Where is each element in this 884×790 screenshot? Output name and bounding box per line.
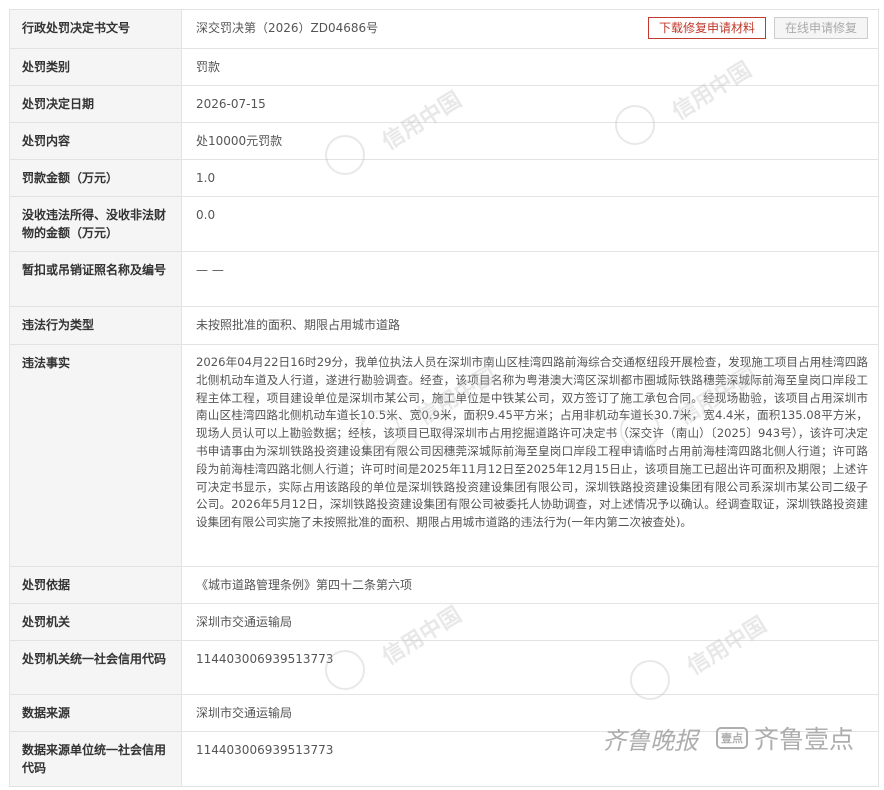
brand-script-logo: 齐鲁晚报 <box>601 726 698 755</box>
brand-badge-icon: 壹点 <box>715 727 748 749</box>
violation-facts: 2026年04月22日16时29分，我单位执法人员在深圳市南山区桂湾四路前海综合… <box>181 344 879 567</box>
page: 行政处罚决定书文号 下载修复申请材料 在线申请修复 深交罚决第（2026）ZD04… <box>0 0 884 790</box>
brand-name: 齐鲁壹点 <box>753 725 854 754</box>
repair-actions: 下载修复申请材料 在线申请修复 <box>640 17 868 39</box>
table-row: 处罚机关 深圳市交通运输局 <box>9 603 879 641</box>
table-row: 处罚依据 《城市道路管理条例》第四十二条第六项 <box>9 566 879 604</box>
row-label: 行政处罚决定书文号 <box>9 9 182 49</box>
table-row: 暂扣或吊销证照名称及编号 — — <box>9 251 879 307</box>
row-label: 暂扣或吊销证照名称及编号 <box>9 251 182 307</box>
online-repair-button[interactable]: 在线申请修复 <box>773 17 868 39</box>
table-row: 行政处罚决定书文号 下载修复申请材料 在线申请修复 深交罚决第（2026）ZD04… <box>9 9 879 49</box>
table-row: 罚款金额（万元） 1.0 <box>9 159 879 197</box>
row-label: 处罚类别 <box>9 48 182 86</box>
row-label: 罚款金额（万元） <box>9 159 182 197</box>
table-row: 处罚类别 罚款 <box>9 48 879 86</box>
row-value: 0.0 <box>181 196 879 252</box>
row-label: 处罚依据 <box>9 566 182 604</box>
download-repair-materials-button[interactable]: 下载修复申请材料 <box>647 17 766 39</box>
table-row: 处罚内容 处10000元罚款 <box>9 122 879 160</box>
table-row: 处罚决定日期 2026-07-15 <box>9 85 879 123</box>
row-label: 数据来源单位统一社会信用代码 <box>9 731 182 787</box>
penalty-info-table: 行政处罚决定书文号 下载修复申请材料 在线申请修复 深交罚决第（2026）ZD04… <box>9 9 879 787</box>
row-value-cell: 下载修复申请材料 在线申请修复 深交罚决第（2026）ZD04686号 <box>181 9 879 49</box>
row-label: 处罚机关统一社会信用代码 <box>9 640 182 695</box>
row-label: 违法事实 <box>9 344 182 567</box>
decision-number: 深交罚决第（2026）ZD04686号 <box>196 21 379 35</box>
row-value: 《城市道路管理条例》第四十二条第六项 <box>181 566 879 604</box>
row-label: 处罚决定日期 <box>9 85 182 123</box>
row-value: 2026-07-15 <box>181 85 879 123</box>
media-brand-watermark: 齐鲁晚报 壹点 齐鲁壹点 <box>602 720 854 756</box>
row-label: 处罚机关 <box>9 603 182 641</box>
table-row: 违法行为类型 未按照批准的面积、期限占用城市道路 <box>9 306 879 345</box>
table-row: 违法事实 2026年04月22日16时29分，我单位执法人员在深圳市南山区桂湾四… <box>9 344 879 567</box>
table-row: 没收违法所得、没收非法财物的金额（万元） 0.0 <box>9 196 879 252</box>
row-value: 深圳市交通运输局 <box>181 603 879 641</box>
row-label: 数据来源 <box>9 694 182 732</box>
row-label: 没收违法所得、没收非法财物的金额（万元） <box>9 196 182 252</box>
row-value: 罚款 <box>181 48 879 86</box>
row-value: 未按照批准的面积、期限占用城市道路 <box>181 306 879 345</box>
row-value: 114403006939513773 <box>181 640 879 695</box>
row-value: 处10000元罚款 <box>181 122 879 160</box>
table-row: 处罚机关统一社会信用代码 114403006939513773 <box>9 640 879 695</box>
row-label: 处罚内容 <box>9 122 182 160</box>
row-value: 1.0 <box>181 159 879 197</box>
row-value: — — <box>181 251 879 307</box>
row-label: 违法行为类型 <box>9 306 182 345</box>
